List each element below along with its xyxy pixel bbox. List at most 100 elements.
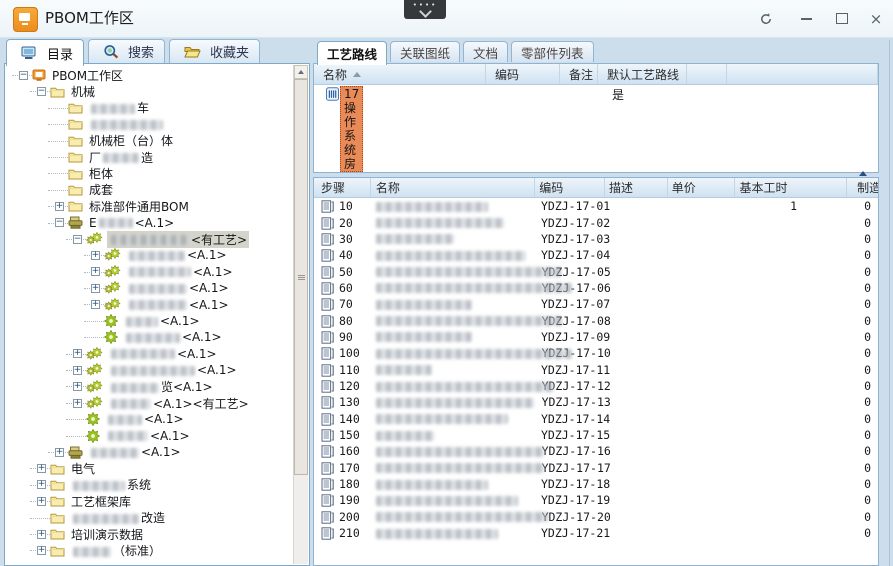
collapse-toggle[interactable]: −: [55, 218, 64, 227]
collapse-toggle[interactable]: −: [73, 235, 82, 244]
steps-table-row[interactable]: 130YDZJ-17-130: [314, 394, 878, 410]
tree-scrollbar[interactable]: [293, 65, 308, 564]
column-header-编码[interactable]: 编码: [535, 178, 605, 197]
close-button[interactable]: ×: [862, 6, 890, 31]
tree-item[interactable]: +<A.1>: [5, 247, 295, 263]
tree-item[interactable]: +（标准）: [5, 542, 295, 558]
tree-item[interactable]: +<A.1>: [5, 362, 295, 378]
tree-item[interactable]: +览<A.1>: [5, 378, 295, 394]
tree-item[interactable]: 成套: [5, 182, 295, 198]
expand-toggle[interactable]: +: [55, 202, 64, 211]
expand-toggle[interactable]: +: [91, 267, 100, 276]
steps-table-row[interactable]: 100YDZJ-17-100: [314, 345, 878, 361]
expand-toggle[interactable]: +: [91, 251, 100, 260]
column-header-默认工艺路线[interactable]: 默认工艺路线: [598, 64, 687, 84]
column-header-步骤[interactable]: 步骤: [314, 178, 371, 197]
column-header-备注[interactable]: 备注: [560, 64, 598, 84]
tree-item[interactable]: <A.1>: [5, 411, 295, 427]
steps-table-row[interactable]: 10YDZJ-17-0110: [314, 198, 878, 214]
column-header-基本工时[interactable]: 基本工时: [735, 178, 848, 197]
expand-toggle[interactable]: +: [73, 349, 82, 358]
steps-table-row[interactable]: 70YDZJ-17-070: [314, 296, 878, 312]
column-header-制造[interactable]: 制造: [847, 178, 878, 197]
expand-toggle[interactable]: +: [37, 546, 46, 555]
tree-item[interactable]: [5, 116, 295, 132]
column-header-编码[interactable]: 编码: [486, 64, 560, 84]
refresh-button[interactable]: [752, 6, 780, 31]
steps-table-row[interactable]: 20YDZJ-17-020: [314, 214, 878, 230]
detail-tab-工艺路线[interactable]: 工艺路线: [317, 41, 387, 65]
steps-table-row[interactable]: 170YDZJ-17-170: [314, 460, 878, 476]
steps-table-row[interactable]: 160YDZJ-17-160: [314, 443, 878, 459]
column-header-描述[interactable]: 描述: [605, 178, 668, 197]
nav-tab-搜索[interactable]: 搜索: [88, 39, 165, 63]
tree-item[interactable]: +<A.1>: [5, 296, 295, 312]
tree-item[interactable]: +培训演示数据: [5, 526, 295, 542]
column-header-单价[interactable]: 单价: [668, 178, 735, 197]
expand-toggle[interactable]: +: [91, 300, 100, 309]
steps-table-row[interactable]: 210YDZJ-17-210: [314, 525, 878, 541]
steps-table-row[interactable]: 60YDZJ-17-060: [314, 280, 878, 296]
tree-item-selected[interactable]: −<有工艺>: [5, 231, 295, 247]
column-header-名称[interactable]: 名称: [371, 178, 535, 197]
expand-toggle[interactable]: +: [37, 530, 46, 539]
tree-item[interactable]: +<A.1>: [5, 346, 295, 362]
expand-toggle[interactable]: +: [73, 399, 82, 408]
steps-table-row[interactable]: 80YDZJ-17-080: [314, 312, 878, 328]
tree-item[interactable]: 厂造: [5, 149, 295, 165]
steps-table-row[interactable]: 90YDZJ-17-090: [314, 329, 878, 345]
detail-tab-关联图纸[interactable]: 关联图纸: [390, 41, 460, 62]
scroll-up-button[interactable]: [294, 65, 308, 79]
expand-toggle[interactable]: +: [73, 366, 82, 375]
tree-item[interactable]: 车: [5, 100, 295, 116]
tree-item[interactable]: +工艺框架库: [5, 493, 295, 509]
steps-table-row[interactable]: 40YDZJ-17-040: [314, 247, 878, 263]
tree-item[interactable]: 改造: [5, 510, 295, 526]
tree-item[interactable]: <A.1>: [5, 428, 295, 444]
minimize-button[interactable]: [792, 6, 820, 31]
expand-toggle[interactable]: +: [37, 480, 46, 489]
nav-tab-目录[interactable]: 目录: [6, 39, 84, 66]
nav-tab-收藏夹[interactable]: 收藏夹: [169, 39, 260, 63]
expand-toggle[interactable]: +: [55, 448, 64, 457]
steps-table-row[interactable]: 200YDZJ-17-200: [314, 509, 878, 525]
steps-table-row[interactable]: 110YDZJ-17-110: [314, 362, 878, 378]
column-header-名称[interactable]: 名称: [314, 64, 486, 84]
detail-tab-文档[interactable]: 文档: [463, 41, 508, 62]
tree-item[interactable]: −E<A.1>: [5, 215, 295, 231]
expand-toggle[interactable]: +: [73, 382, 82, 391]
scrollbar-thumb[interactable]: [294, 79, 308, 475]
expand-toggle[interactable]: +: [37, 464, 46, 473]
steps-table-row[interactable]: 150YDZJ-17-150: [314, 427, 878, 443]
collapse-toggle[interactable]: −: [19, 71, 28, 80]
tree-item[interactable]: +标准部件通用BOM: [5, 198, 295, 214]
steps-table-row[interactable]: 120YDZJ-17-120: [314, 378, 878, 394]
tree-item[interactable]: 机械柜（台）体: [5, 133, 295, 149]
tree-item[interactable]: <A.1>: [5, 329, 295, 345]
maximize-button[interactable]: [828, 6, 856, 31]
tree-item[interactable]: −机械: [5, 83, 295, 99]
tree-item[interactable]: <A.1>: [5, 313, 295, 329]
steps-table-row[interactable]: 190YDZJ-17-190: [314, 492, 878, 508]
tree-item[interactable]: +<A.1><有工艺>: [5, 395, 295, 411]
tree-item[interactable]: +<A.1>: [5, 264, 295, 280]
tree-item[interactable]: +系统: [5, 477, 295, 493]
expand-toggle[interactable]: +: [91, 284, 100, 293]
step-hours-cell: 1: [734, 199, 847, 213]
tree-item[interactable]: −PBOM工作区: [5, 67, 295, 83]
tree-item[interactable]: 柜体: [5, 165, 295, 181]
tree-item[interactable]: +<A.1>: [5, 444, 295, 460]
tree-label-text: <A.1>: [160, 314, 200, 328]
screenshot-overlay-badge[interactable]: ••••: [404, 0, 446, 19]
steps-table-row[interactable]: 140YDZJ-17-140: [314, 411, 878, 427]
scroll-up-indicator[interactable]: [859, 171, 867, 176]
detail-tab-零部件列表[interactable]: 零部件列表: [511, 41, 594, 62]
tree-item[interactable]: +电气: [5, 460, 295, 476]
expand-toggle[interactable]: +: [37, 497, 46, 506]
steps-table-row[interactable]: 30YDZJ-17-030: [314, 231, 878, 247]
steps-table-row[interactable]: 50YDZJ-17-050: [314, 263, 878, 279]
collapse-toggle[interactable]: −: [37, 87, 46, 96]
step-code-cell: YDZJ-17-15: [535, 428, 605, 442]
steps-table-row[interactable]: 180YDZJ-17-180: [314, 476, 878, 492]
tree-item[interactable]: +<A.1>: [5, 280, 295, 296]
